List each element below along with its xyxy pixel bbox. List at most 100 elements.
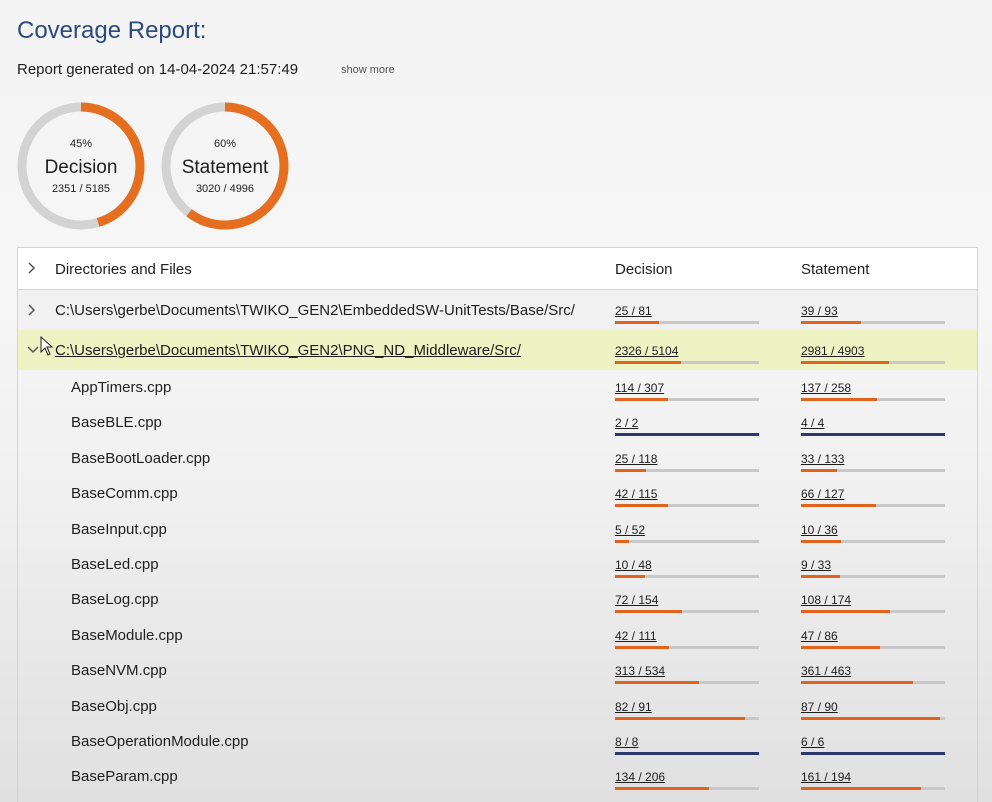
file-name[interactable]: BaseParam.cpp [71, 768, 178, 785]
decision-progress [615, 645, 759, 649]
decision-value: 25 / 118 [615, 451, 658, 466]
decision-progress [615, 787, 759, 791]
statement-progress [801, 468, 945, 472]
decision-value: 8 / 8 [615, 735, 639, 749]
statement-value: 108 / 174 [801, 593, 852, 608]
statement-metric: 4 / 4 [801, 416, 946, 437]
decision-progress [615, 716, 759, 720]
file-row[interactable]: AppTimers.cpp 114 / 307 137 / 258 [18, 374, 977, 409]
statement-progress [801, 645, 945, 649]
decision-progress [615, 321, 759, 324]
decision-metric: 2 / 2 [615, 416, 760, 437]
decision-value: 42 / 111 [615, 628, 657, 643]
file-row[interactable]: BaseNVM.cpp 313 / 534 361 / 463 [18, 657, 977, 692]
decision-metric: 42 / 111 [615, 629, 760, 649]
statement-progress [801, 787, 945, 791]
decision-metric: 42 / 115 [615, 487, 760, 508]
statement-value: 9 / 33 [801, 558, 832, 572]
statement-metric: 137 / 258 [801, 381, 946, 401]
file-name[interactable]: BaseOperationModule.cpp [71, 733, 249, 750]
decision-metric: 25 / 118 [615, 452, 760, 472]
decision-value: 2326 / 5104 [615, 344, 679, 358]
gauge-percent: 60% [213, 138, 237, 150]
chevron-right-icon[interactable] [27, 262, 39, 274]
directory-row-expanded[interactable]: C:\Users\gerbe\Documents\TWIKO_GEN2\PNG_… [18, 330, 977, 370]
statement-progress [801, 504, 945, 508]
statement-value: 39 / 93 [801, 304, 838, 318]
file-row[interactable]: BaseOperationModule.cpp 8 / 8 6 / 6 [18, 728, 977, 763]
file-name[interactable]: AppTimers.cpp [71, 379, 171, 396]
decision-metric: 114 / 307 [615, 381, 760, 401]
statement-value: 4 / 4 [801, 416, 825, 431]
file-row[interactable]: BaseLog.cpp 72 / 154 108 / 174 [18, 586, 977, 621]
file-row[interactable]: BaseBLE.cpp 2 / 2 4 / 4 [18, 409, 977, 444]
gauge-decision: 45% Decision 2351 / 5185 [17, 102, 145, 230]
gauge-statement: 60% Statement 3020 / 4996 [161, 102, 289, 230]
statement-progress [801, 398, 945, 401]
statement-value: 87 / 90 [801, 699, 838, 714]
statement-progress [801, 575, 945, 578]
gauge-label: Decision [44, 157, 118, 178]
decision-progress [615, 575, 759, 578]
directory-row[interactable]: C:\Users\gerbe\Documents\TWIKO_GEN2\Embe… [18, 290, 977, 330]
statement-progress [801, 539, 945, 543]
file-row[interactable]: BaseParam.cpp 134 / 206 161 / 194 [18, 763, 977, 798]
gauge-ratio: 2351 / 5185 [51, 183, 111, 195]
column-header-files[interactable]: Directories and Files [55, 261, 192, 278]
file-name[interactable]: BaseBLE.cpp [71, 414, 162, 431]
decision-metric: 5 / 52 [615, 523, 760, 543]
statement-progress [801, 716, 945, 720]
statement-value: 33 / 133 [801, 451, 845, 466]
decision-metric: 134 / 206 [615, 770, 760, 791]
file-name[interactable]: BaseInput.cpp [71, 521, 167, 538]
chevron-right-icon[interactable] [27, 304, 39, 316]
decision-value: 114 / 307 [615, 381, 665, 395]
gauge-label: Statement [181, 157, 269, 178]
statement-metric: 47 / 86 [801, 629, 946, 649]
file-row[interactable]: BaseComm.cpp 42 / 115 66 / 127 [18, 480, 977, 515]
statement-value: 10 / 36 [801, 522, 838, 537]
statement-value: 137 / 258 [801, 381, 852, 395]
decision-progress [615, 752, 759, 755]
directory-path[interactable]: C:\Users\gerbe\Documents\TWIKO_GEN2\Embe… [55, 302, 575, 319]
decision-metric: 72 / 154 [615, 593, 760, 614]
file-row[interactable]: BaseModule.cpp 42 / 111 47 / 86 [18, 622, 977, 657]
report-generated-text: Report generated on 14-04-2024 21:57:49 [17, 61, 299, 78]
coverage-table: Directories and Files Decision Statement… [17, 247, 978, 802]
decision-progress [615, 433, 759, 437]
directory-path[interactable]: C:\Users\gerbe\Documents\TWIKO_GEN2\PNG_… [55, 342, 521, 359]
decision-metric: 313 / 534 [615, 664, 760, 685]
file-name[interactable]: BaseNVM.cpp [71, 662, 167, 679]
file-row[interactable]: BaseBootLoader.cpp 25 / 118 33 / 133 [18, 445, 977, 480]
file-row[interactable]: BaseLed.cpp 10 / 48 9 / 33 [18, 551, 977, 586]
decision-value: 10 / 48 [615, 558, 652, 572]
decision-value: 5 / 52 [615, 522, 646, 537]
table-header: Directories and Files Decision Statement [18, 248, 977, 290]
column-header-statement[interactable]: Statement [801, 261, 869, 278]
statement-progress [801, 361, 945, 364]
gauge-ratio: 3020 / 4996 [195, 183, 255, 195]
show-more-link[interactable]: show more [341, 64, 395, 76]
statement-metric: 2981 / 4903 [801, 344, 946, 364]
file-row[interactable]: BaseInput.cpp 5 / 52 10 / 36 [18, 516, 977, 551]
statement-metric: 9 / 33 [801, 558, 946, 578]
column-header-decision[interactable]: Decision [615, 261, 673, 278]
decision-progress [615, 539, 759, 543]
statement-progress [801, 681, 945, 685]
file-name[interactable]: BaseBootLoader.cpp [71, 450, 210, 467]
statement-progress [801, 752, 945, 755]
file-name[interactable]: BaseLog.cpp [71, 591, 159, 608]
file-name[interactable]: BaseObj.cpp [71, 698, 157, 715]
decision-value: 42 / 115 [615, 487, 658, 502]
statement-metric: 108 / 174 [801, 593, 946, 614]
file-row[interactable]: BaseObj.cpp 82 / 91 87 / 90 [18, 693, 977, 728]
file-name[interactable]: BaseModule.cpp [71, 627, 183, 644]
decision-value: 313 / 534 [615, 664, 666, 679]
mouse-cursor-icon [40, 336, 54, 356]
chevron-down-icon[interactable] [27, 344, 39, 356]
decision-value: 2 / 2 [615, 416, 639, 431]
decision-value: 82 / 91 [615, 699, 652, 714]
file-name[interactable]: BaseComm.cpp [71, 485, 178, 502]
file-name[interactable]: BaseLed.cpp [71, 556, 159, 573]
decision-metric: 10 / 48 [615, 558, 760, 578]
